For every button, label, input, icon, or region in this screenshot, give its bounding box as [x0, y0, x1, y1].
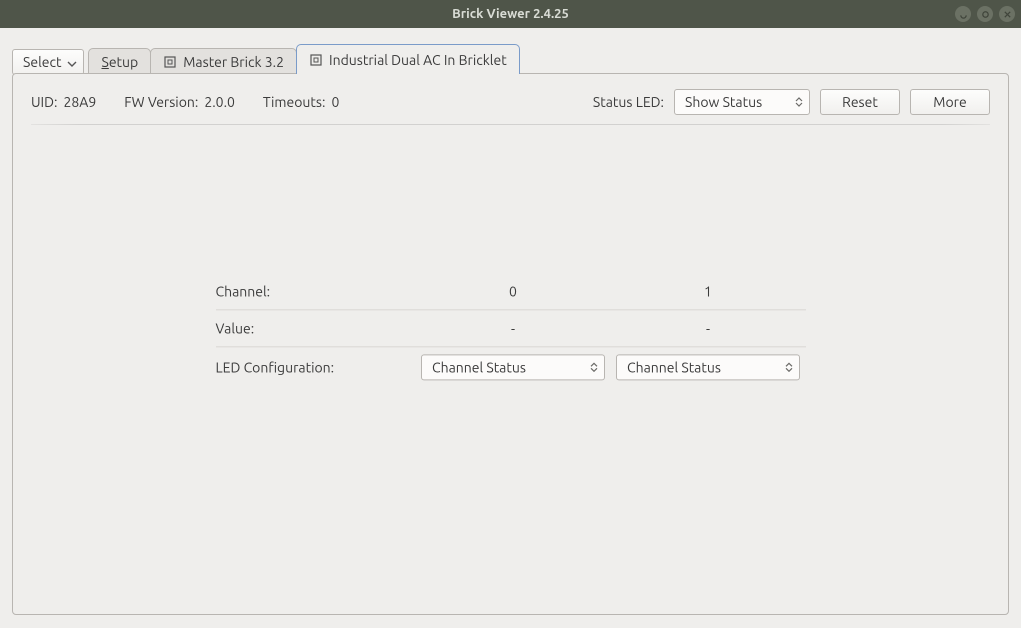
reset-button[interactable]: Reset: [820, 89, 900, 115]
led-config-value-0: Channel Status: [432, 359, 526, 375]
value-channel-1: -: [611, 320, 806, 336]
led-config-value-1: Channel Status: [627, 359, 721, 375]
window-title: Brick Viewer 2.4.25: [452, 7, 569, 21]
top-row: Select Setup Master Brick 3.2 Industrial…: [12, 38, 1009, 74]
tab-master-brick[interactable]: Master Brick 3.2: [150, 48, 297, 74]
brick-icon: [163, 55, 177, 69]
select-dropdown[interactable]: Select: [12, 49, 84, 75]
status-led-value: Show Status: [685, 94, 762, 110]
close-icon[interactable]: [999, 6, 1015, 22]
maximize-icon[interactable]: [977, 6, 993, 22]
fw-label: FW Version:: [124, 94, 198, 110]
divider: [31, 124, 990, 125]
bricklet-icon: [309, 53, 323, 67]
tab-label: Setup: [101, 54, 138, 70]
title-bar: Brick Viewer 2.4.25: [0, 0, 1021, 28]
row-divider: [216, 346, 806, 347]
tab-bar: Setup Master Brick 3.2 Industrial Dual A…: [88, 44, 518, 74]
tab-setup[interactable]: Setup: [88, 48, 151, 74]
status-led-select[interactable]: Show Status: [674, 89, 810, 115]
select-label: Select: [23, 54, 61, 70]
updown-icon: [783, 358, 795, 376]
tab-industrial-dual-ac-in[interactable]: Industrial Dual AC In Bricklet: [296, 44, 520, 74]
channel-header-1: 1: [611, 283, 806, 299]
minimize-icon[interactable]: [955, 6, 971, 22]
channel-header-0: 0: [416, 283, 611, 299]
fw-version-field: FW Version: 2.0.0: [124, 94, 235, 110]
info-row: UID: 28A9 FW Version: 2.0.0 Timeouts: 0 …: [31, 88, 990, 116]
window-body: Select Setup Master Brick 3.2 Industrial…: [0, 28, 1021, 628]
row-divider: [216, 309, 806, 310]
timeouts-value: 0: [331, 94, 339, 110]
uid-label: UID:: [31, 94, 57, 110]
tab-label: Master Brick 3.2: [183, 54, 284, 70]
main-panel: UID: 28A9 FW Version: 2.0.0 Timeouts: 0 …: [12, 73, 1009, 615]
led-config-select-1[interactable]: Channel Status: [616, 354, 800, 380]
uid-value: 28A9: [63, 94, 96, 110]
uid-field: UID: 28A9: [31, 94, 96, 110]
window-controls: [955, 0, 1015, 28]
updown-icon: [588, 358, 600, 376]
timeouts-field: Timeouts: 0: [263, 94, 339, 110]
channel-table: Channel: 0 1 Value: - - LED Configuratio…: [216, 273, 806, 387]
channel-row-label: Channel:: [216, 283, 416, 299]
timeouts-label: Timeouts:: [263, 94, 326, 110]
fw-value: 2.0.0: [204, 94, 235, 110]
value-channel-0: -: [416, 320, 611, 336]
tab-label: Industrial Dual AC In Bricklet: [329, 52, 507, 68]
more-button[interactable]: More: [910, 89, 990, 115]
value-row-label: Value:: [216, 320, 416, 336]
updown-icon: [793, 93, 805, 111]
ledcfg-row-label: LED Configuration:: [216, 359, 416, 375]
status-led-label: Status LED:: [593, 94, 664, 110]
more-label: More: [933, 94, 966, 110]
reset-label: Reset: [842, 94, 878, 110]
chevron-down-icon: [67, 54, 77, 70]
led-config-select-0[interactable]: Channel Status: [421, 354, 605, 380]
